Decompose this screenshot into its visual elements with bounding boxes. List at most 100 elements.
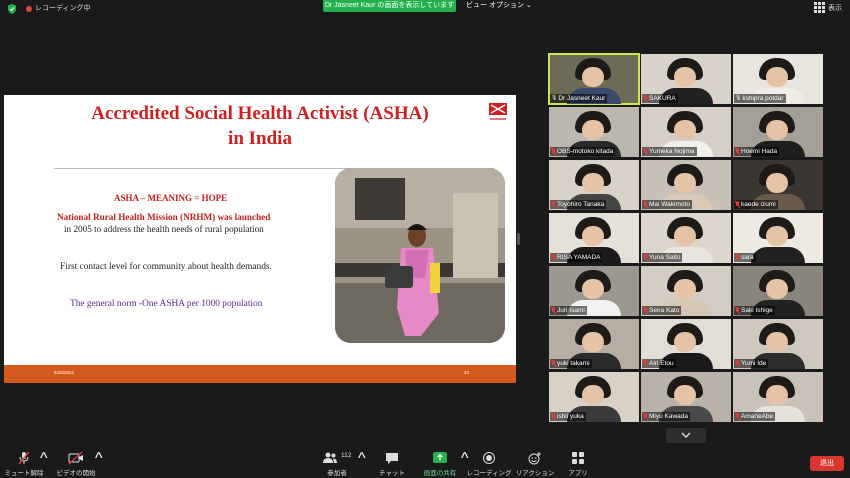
participant-name-text: Yumeka Nojima — [649, 148, 695, 155]
participant-name-text: Mai Wakimoto — [649, 201, 690, 208]
participant-tile[interactable]: yuki takami — [549, 319, 639, 369]
muted-mic-icon — [643, 148, 648, 155]
asha-worker-photo — [335, 168, 505, 343]
participant-tile[interactable]: 🎙 Dr Jasneet Kaur — [548, 53, 640, 105]
participant-tile[interactable]: Hoemi Hada — [733, 107, 823, 157]
participant-video-face — [766, 332, 788, 352]
participant-name-text: Toyohiro Tanaka — [557, 201, 605, 208]
start-video-button[interactable]: ビデオの開始 — [54, 450, 98, 478]
participant-name-text: Yuna Saito — [649, 254, 681, 261]
participant-tile[interactable]: Mai Wakimoto — [641, 160, 731, 210]
apps-icon — [572, 452, 584, 464]
participant-video-face — [766, 279, 788, 299]
recording-status[interactable]: レコーディング中 — [35, 3, 91, 13]
participant-video-face — [674, 279, 696, 299]
participant-name-text: Hoemi Hada — [741, 148, 778, 155]
muted-mic-icon — [643, 201, 648, 208]
participant-tile[interactable]: RISA YAMADA — [549, 213, 639, 263]
participant-video-face — [582, 120, 604, 140]
participant-name-label: kaede izumi — [734, 200, 778, 209]
participant-tile[interactable]: Yuna Saito — [641, 213, 731, 263]
meeting-toolbar: ミュート解除 ^ ビデオの開始 ^ 112 参加者 ^ チャット 画面の共有 ^… — [0, 450, 850, 478]
muted-mic-icon — [643, 95, 648, 102]
participant-tile[interactable]: SAKURA — [641, 54, 731, 104]
participants-button[interactable]: 112 参加者 — [320, 450, 354, 478]
participant-video-body — [751, 247, 805, 263]
participant-tile[interactable]: Miyu Kawada — [641, 372, 731, 422]
mic-icon: 🎙 — [551, 95, 558, 101]
participant-tile[interactable]: Airi Etou — [641, 319, 731, 369]
start-video-label: ビデオの開始 — [56, 470, 96, 477]
participant-tile[interactable]: Seira Kato — [641, 266, 731, 316]
reactions-button[interactable]: リアクション — [515, 450, 555, 478]
participants-caret-icon[interactable]: ^ — [358, 450, 366, 478]
video-off-icon — [68, 451, 83, 465]
participant-tile[interactable]: sara — [733, 213, 823, 263]
participant-name-text: OBS-motoko kitada — [557, 148, 614, 155]
muted-mic-icon — [643, 307, 648, 314]
participant-video-face — [674, 120, 696, 140]
participant-tile[interactable]: Juri Isami — [549, 266, 639, 316]
participant-name-label: Miyu Kawada — [642, 412, 691, 421]
participant-name-label: sara — [734, 253, 756, 262]
participant-video-face — [582, 332, 604, 352]
muted-mic-icon — [551, 148, 556, 155]
mic-icon: 🎙 — [735, 95, 742, 101]
participant-tile[interactable]: 🎙 kshipra potdar — [733, 54, 823, 104]
participant-name-label: Seira Kato — [642, 306, 682, 315]
muted-mic-icon — [643, 413, 648, 420]
participant-tile[interactable]: Saki Ishige — [733, 266, 823, 316]
muted-mic-icon — [735, 254, 740, 261]
apps-button[interactable]: アプリ — [563, 450, 593, 478]
participant-video-face — [766, 385, 788, 405]
first-contact-text: First contact level for community about … — [60, 262, 272, 272]
record-button[interactable]: レコーディング — [466, 450, 512, 478]
slide-title: Accredited Social Health Activist (ASHA)… — [34, 101, 486, 151]
participant-name-text: AmaneAbe — [741, 413, 774, 420]
participant-tile[interactable]: ishii yuka — [549, 372, 639, 422]
muted-mic-icon — [735, 201, 740, 208]
gallery-next-page-button[interactable] — [666, 428, 706, 443]
unmute-button[interactable]: ミュート解除 — [4, 450, 44, 478]
security-shield-icon[interactable] — [7, 4, 17, 14]
participant-video-face — [582, 226, 604, 246]
participant-tile[interactable]: OBS-motoko kitada — [549, 107, 639, 157]
chat-button[interactable]: チャット — [377, 450, 407, 478]
participant-name-label: yuki takami — [550, 359, 592, 368]
participant-name-text: Airi Etou — [649, 360, 674, 367]
reactions-label: リアクション — [515, 470, 555, 477]
record-label: レコーディング — [466, 470, 512, 477]
slide-title-line1: Accredited Social Health Activist (ASHA) — [91, 103, 429, 124]
muted-mic-icon — [643, 360, 648, 367]
participant-name-text: Dr Jasneet Kaur — [558, 95, 606, 102]
view-options-button[interactable]: ビュー オプション ⌄ — [466, 0, 532, 12]
participant-tile[interactable]: Yumi Ide — [733, 319, 823, 369]
asha-meaning-text: ASHA – MEANING = HOPE — [114, 193, 228, 203]
participant-video-face — [674, 226, 696, 246]
share-screen-button[interactable]: 画面の共有 — [420, 450, 460, 478]
record-icon — [483, 452, 495, 464]
nrhm-purpose-text: in 2005 to address the health needs of r… — [64, 224, 264, 234]
video-options-caret-icon[interactable]: ^ — [95, 450, 103, 478]
panel-resize-handle[interactable] — [517, 233, 520, 245]
participant-tile[interactable]: kaede izumi — [733, 160, 823, 210]
audio-options-caret-icon[interactable]: ^ — [40, 450, 48, 478]
participant-tile[interactable]: AmaneAbe — [733, 372, 823, 422]
participant-name-text: ishii yuka — [557, 413, 584, 420]
participant-name-label: AmaneAbe — [734, 412, 776, 421]
muted-mic-icon — [735, 307, 740, 314]
participant-name-label: 🎙 Dr Jasneet Kaur — [550, 94, 608, 103]
participant-tile[interactable]: Toyohiro Tanaka — [549, 160, 639, 210]
muted-mic-icon — [551, 360, 556, 367]
participant-video-face — [674, 67, 696, 87]
display-layout-button[interactable]: 表示 — [814, 2, 842, 13]
participant-name-label: Yumi Ide — [734, 359, 769, 368]
participant-name-text: RISA YAMADA — [557, 254, 601, 261]
participant-name-text: yuki takami — [557, 360, 590, 367]
participant-tile[interactable]: Yumeka Nojima — [641, 107, 731, 157]
participant-name-text: Saki Ishige — [741, 307, 773, 314]
slide-date: 6/26/2022 — [54, 370, 75, 375]
leave-meeting-button[interactable]: 退出 — [810, 456, 844, 471]
muted-mic-icon — [551, 254, 556, 261]
participants-count: 112 — [341, 452, 352, 459]
